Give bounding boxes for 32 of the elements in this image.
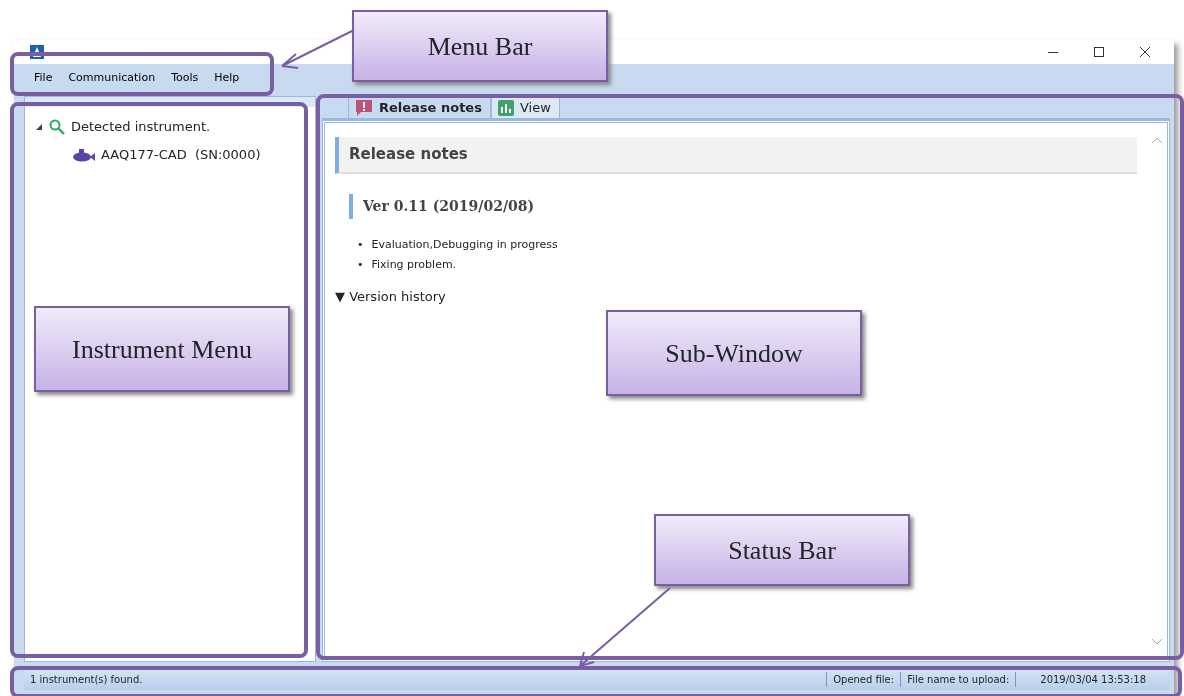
callout-label: Status Bar [654, 514, 910, 586]
tree-item[interactable]: AAQ177-CAD (SN:0000) [35, 141, 305, 169]
bar-chart-icon [497, 99, 514, 116]
submarine-icon [71, 148, 95, 162]
alert-bubble-icon [355, 98, 373, 117]
note-item: Evaluation,Debugging in progress [371, 236, 558, 253]
version-history-toggle[interactable]: ▼ Version history [335, 286, 1137, 306]
status-text: File name to upload: [900, 671, 1016, 687]
callout-label: Sub-Window [606, 310, 862, 396]
menu-item[interactable]: Help [206, 67, 248, 89]
scroll-down-icon [1152, 639, 1162, 645]
callout-label: Instrument Menu [34, 306, 290, 392]
status-text: Opened file: [826, 671, 901, 687]
bullet: • [357, 256, 364, 273]
status-text: 1 instrument(s) found. [29, 672, 144, 687]
minimize-icon [1048, 51, 1058, 53]
bullet: • [357, 236, 364, 253]
menu-item[interactable]: Tools [163, 67, 207, 89]
close-icon [1140, 47, 1150, 57]
maximize-icon [1094, 47, 1104, 57]
section-heading: Release notes [335, 137, 1137, 174]
menu-item[interactable]: Communication [60, 67, 164, 89]
tab[interactable]: Release notes [348, 96, 491, 118]
expander-icon[interactable] [35, 123, 43, 131]
note-item: Fixing problem. [371, 256, 457, 273]
status-text: 2019/03/04 13:53:18 [1015, 671, 1170, 687]
version-heading: Ver 0.11 (2019/02/08) [349, 193, 1137, 219]
menu-item[interactable]: File [26, 67, 61, 89]
callout-label: Menu Bar [352, 10, 608, 82]
scroll-up-icon [1152, 137, 1162, 143]
tree-item[interactable]: Detected instrument. [35, 113, 305, 141]
search-icon [49, 119, 65, 135]
